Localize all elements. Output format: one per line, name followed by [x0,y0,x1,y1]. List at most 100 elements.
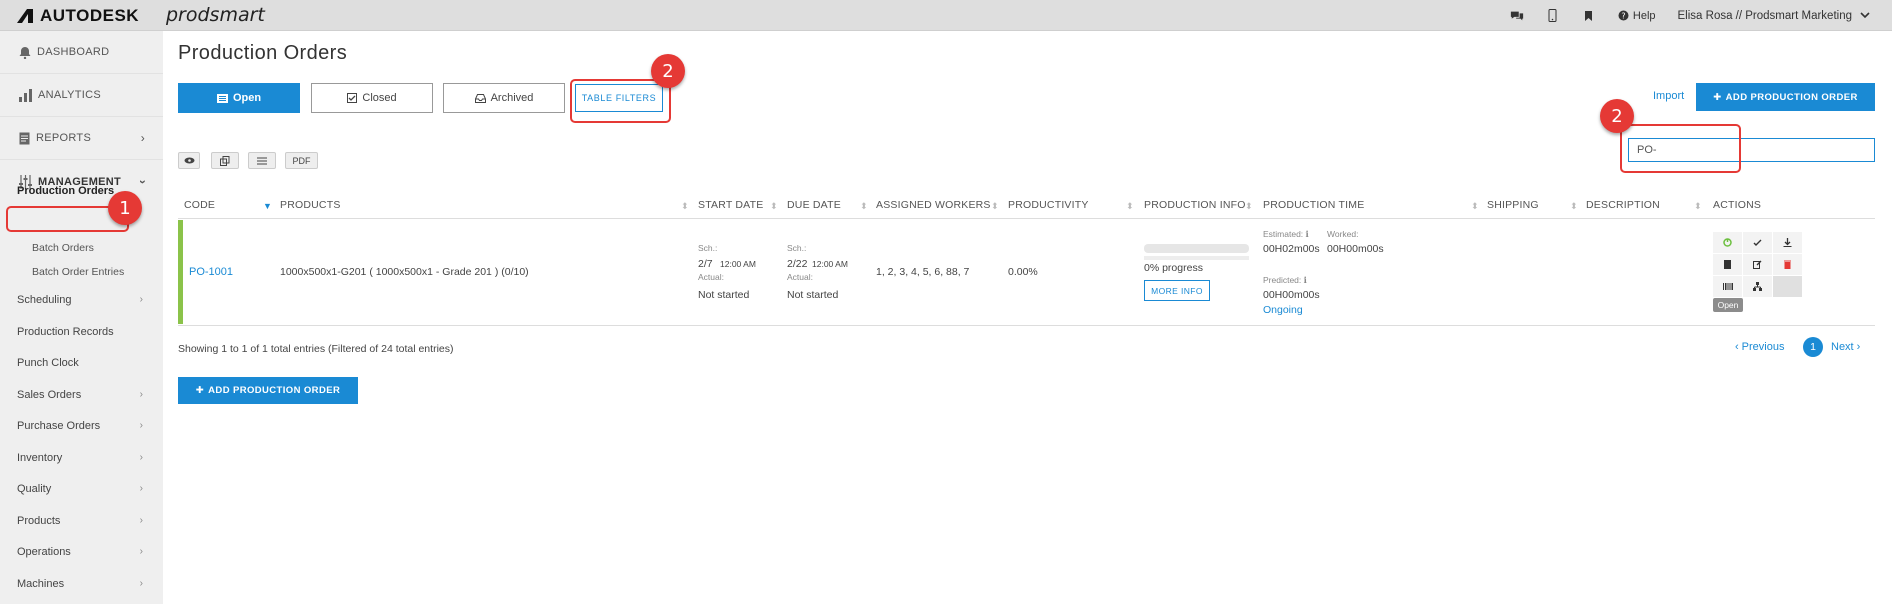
predicted-label-text: Predicted: [1263,275,1302,285]
chevron-right-icon: › [139,452,143,463]
column-header-description[interactable]: DESCRIPTION [1586,199,1660,213]
plus-icon: ✚ [1713,91,1722,103]
column-header-products[interactable]: PRODUCTS [280,199,341,213]
bookmark-icon[interactable] [1582,9,1596,23]
sidebar-item-dashboard[interactable]: DASHBOARD [0,31,163,74]
download-icon[interactable] [1773,232,1802,253]
tab-label: Open [232,92,262,104]
sort-icon[interactable]: ⬍ [1570,201,1578,212]
sidebar-item-reports[interactable]: REPORTS › [0,117,163,160]
sort-icon[interactable]: ⬍ [681,201,689,212]
chevron-right-icon: › [139,294,143,305]
sidebar-item-scheduling[interactable]: Scheduling › [0,284,163,315]
sort-icon[interactable]: ⬍ [991,201,999,212]
assigned-workers-cell: 1, 2, 3, 4, 5, 6, 88, 7 [876,266,970,278]
sidebar-item-quality[interactable]: Quality › [0,473,163,504]
sidebar-item-batch-orders[interactable]: Batch Orders [32,242,94,254]
column-header-production-info[interactable]: PRODUCTION INFO [1144,199,1246,213]
copy-icon [220,155,230,166]
add-production-order-button-bottom[interactable]: ✚ ADD PRODUCTION ORDER [178,377,358,404]
chevron-right-icon: › [139,578,143,589]
sidebar-item-batch-order-entries[interactable]: Batch Order Entries [32,266,124,278]
sidebar-item-inventory[interactable]: Inventory › [0,442,163,473]
delete-icon[interactable] [1773,254,1802,275]
progress-text: 0% progress [1144,262,1203,274]
sidebar-item-production-records[interactable]: Production Records [0,316,163,347]
sidebar-item-label: Machines [17,577,65,590]
barcode-icon[interactable] [1713,276,1742,297]
sidebar-item-production-orders[interactable]: Production Orders [17,181,114,200]
column-header-productivity[interactable]: PRODUCTIVITY [1008,199,1089,213]
mobile-icon[interactable] [1546,9,1560,23]
add-production-order-button[interactable]: ✚ ADD PRODUCTION ORDER [1696,83,1875,111]
column-header-code[interactable]: CODE [184,199,215,213]
pdf-button[interactable]: PDF [285,152,318,169]
sort-desc-icon[interactable]: ▼ [263,201,272,211]
user-menu[interactable]: Elisa Rosa // Prodsmart Marketing [1678,10,1870,22]
view-toggle-button[interactable] [178,152,200,169]
info-icon[interactable]: ℹ [1304,275,1307,285]
estimated-label: Estimated: ℹ [1263,229,1309,240]
sort-icon[interactable]: ⬍ [1471,201,1479,212]
sidebar-item-analytics[interactable]: ANALYTICS [0,74,163,117]
tab-open[interactable]: Open [178,83,300,113]
sidebar-item-label: Products [17,514,61,527]
sidebar-item-products[interactable]: Products › [0,505,163,536]
copy-button[interactable] [211,152,239,169]
row-divider [178,325,1875,326]
column-header-due-date[interactable]: DUE DATE [787,199,841,213]
sitemap-icon[interactable] [1743,276,1772,297]
sidebar-item-purchase-orders[interactable]: Purchase Orders › [0,410,163,441]
start-time: 12:00 AM [720,259,756,269]
sidebar-item-label: Purchase Orders [17,419,101,432]
sort-icon[interactable]: ⬍ [860,201,868,212]
start-icon[interactable] [1713,232,1742,253]
tab-archived[interactable]: Archived [443,83,565,113]
chevron-right-icon: › [1856,341,1861,353]
status-badge: Open [1713,298,1743,312]
help-link[interactable]: ? Help [1618,10,1656,22]
due-actual: Not started [787,289,839,301]
column-header-production-time[interactable]: PRODUCTION TIME [1263,199,1364,213]
sidebar-item-operations[interactable]: Operations › [0,536,163,567]
progress-track [1144,256,1249,260]
column-header-start-date[interactable]: START DATE [698,199,763,213]
pagination-next[interactable]: Next › [1831,337,1860,357]
empty-action-slot [1773,276,1802,297]
pagination-label: Previous [1741,341,1785,353]
more-info-button[interactable]: MORE INFO [1144,280,1210,301]
inbox-icon [474,93,486,103]
sort-icon[interactable]: ⬍ [1245,201,1253,212]
pagination-previous[interactable]: ‹ Previous [1735,337,1784,357]
autodesk-logo-icon [17,9,33,23]
sort-icon[interactable]: ⬍ [1694,201,1702,212]
file-icon[interactable] [1713,254,1742,275]
chevron-down-icon: › [135,179,150,184]
prodsmart-brand[interactable]: prodsmart [166,4,265,26]
top-bar: AUTODESK prodsmart ? Help Elisa Rosa // … [0,0,1892,31]
sidebar-item-punch-clock[interactable]: Punch Clock [0,347,163,378]
pagination-page[interactable]: 1 [1803,337,1823,357]
sidebar-item-sales-orders[interactable]: Sales Orders › [0,379,163,410]
start-actual-label: Actual: [698,272,724,282]
column-header-assigned-workers[interactable]: ASSIGNED WORKERS [876,199,991,213]
sort-icon[interactable]: ⬍ [1126,201,1134,212]
actions-grid [1713,232,1803,298]
sidebar-item-label: Production Records [17,325,114,338]
order-code-link[interactable]: PO-1001 [189,266,233,278]
info-icon[interactable]: ℹ [1306,229,1309,239]
import-link[interactable]: Import [1653,90,1684,102]
button-label: ADD PRODUCTION ORDER [208,385,341,396]
checklist-icon[interactable] [1743,232,1772,253]
predicted-value: 00H00m00s [1263,289,1320,301]
autodesk-logo[interactable]: AUTODESK [16,6,139,26]
edit-icon[interactable] [1743,254,1772,275]
columns-button[interactable] [248,152,276,169]
sort-icon[interactable]: ⬍ [770,201,778,212]
tab-closed[interactable]: Closed [311,83,433,113]
callout-box-table-filters [570,79,671,123]
chat-icon[interactable] [1510,9,1524,23]
ongoing-link[interactable]: Ongoing [1263,304,1303,316]
sidebar-item-machines[interactable]: Machines › [0,568,163,599]
column-header-shipping[interactable]: SHIPPING [1487,199,1539,213]
